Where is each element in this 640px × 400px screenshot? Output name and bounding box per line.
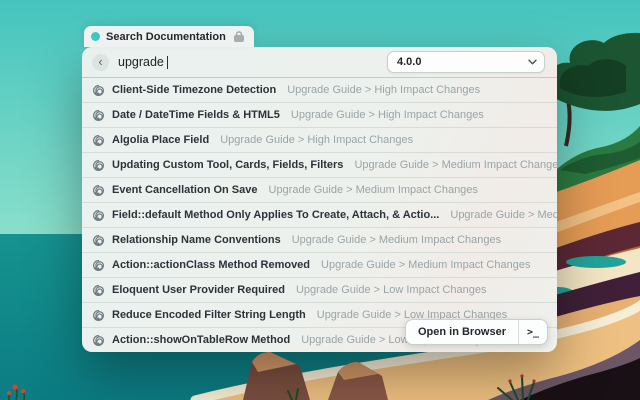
result-row[interactable]: Updating Custom Tool, Cards, Fields, Fil… — [82, 152, 557, 177]
result-title: Eloquent User Provider Required — [112, 284, 285, 296]
spiral-anchor-icon — [92, 309, 105, 322]
result-breadcrumb: Upgrade Guide > Medium Impact Changes — [354, 159, 557, 171]
result-breadcrumb: Upgrade Guide > Medium Impact Changes — [321, 259, 530, 271]
result-row[interactable]: Algolia Place Field Upgrade Guide > High… — [82, 127, 557, 152]
result-title: Field::default Method Only Applies To Cr… — [112, 209, 439, 221]
result-breadcrumb: Upgrade Guide > Low Impact Changes — [296, 284, 486, 296]
terminal-button[interactable]: >_ — [519, 320, 547, 344]
result-breadcrumb: Upgrade Guide > High Impact Changes — [287, 84, 480, 96]
spiral-anchor-icon — [92, 234, 105, 247]
spiral-anchor-icon — [92, 134, 105, 147]
result-title: Action::actionClass Method Removed — [112, 259, 310, 271]
back-chevron-icon: ‹ — [98, 55, 102, 68]
back-button[interactable]: ‹ — [92, 54, 109, 71]
result-row[interactable]: Eloquent User Provider Required Upgrade … — [82, 277, 557, 302]
version-select-value: 4.0.0 — [397, 56, 421, 68]
result-breadcrumb: Upgrade Guide > Medium Impact Changes — [292, 234, 501, 246]
search-bar: ‹ upgrade 4.0.0 — [82, 47, 557, 78]
result-row[interactable]: Action::actionClass Method Removed Upgra… — [82, 252, 557, 277]
terminal-prompt-icon: >_ — [527, 327, 539, 338]
spiral-anchor-icon — [92, 259, 105, 272]
app-tab-label: Search Documentation — [106, 31, 226, 43]
spiral-anchor-icon — [92, 284, 105, 297]
spiral-anchor-icon — [92, 84, 105, 97]
lock-icon — [232, 31, 246, 42]
text-caret — [167, 56, 168, 69]
app-tab-pill[interactable]: Search Documentation — [84, 26, 254, 47]
result-title: Date / DateTime Fields & HTML5 — [112, 109, 280, 121]
result-title: Event Cancellation On Save — [112, 184, 258, 196]
result-row[interactable]: Field::default Method Only Applies To Cr… — [82, 202, 557, 227]
search-input[interactable]: upgrade — [118, 55, 168, 69]
result-title: Relationship Name Conventions — [112, 234, 281, 246]
spiral-anchor-icon — [92, 184, 105, 197]
footer-button-group: Open in Browser >_ — [405, 319, 548, 345]
result-row[interactable]: Event Cancellation On Save Upgrade Guide… — [82, 177, 557, 202]
spiral-anchor-icon — [92, 209, 105, 222]
result-title: Reduce Encoded Filter String Length — [112, 309, 306, 321]
result-breadcrumb: Upgrade Guide > Medium Impact Changes — [450, 209, 557, 221]
result-title: Algolia Place Field — [112, 134, 209, 146]
chevron-down-icon — [528, 59, 537, 65]
search-query-text: upgrade — [118, 55, 164, 69]
version-select[interactable]: 4.0.0 — [387, 51, 545, 73]
result-breadcrumb: Upgrade Guide > Medium Impact Changes — [269, 184, 478, 196]
result-row[interactable]: Relationship Name Conventions Upgrade Gu… — [82, 227, 557, 252]
result-row[interactable]: Date / DateTime Fields & HTML5 Upgrade G… — [82, 102, 557, 127]
spiral-anchor-icon — [92, 159, 105, 172]
result-breadcrumb: Upgrade Guide > High Impact Changes — [291, 109, 484, 121]
result-title: Action::showOnTableRow Method — [112, 334, 290, 346]
open-in-browser-button[interactable]: Open in Browser — [406, 320, 518, 344]
spiral-anchor-icon — [92, 109, 105, 122]
search-documentation-window: ‹ upgrade 4.0.0 Client-Side Timezone Det… — [82, 47, 557, 352]
app-dot-icon — [91, 32, 100, 41]
open-in-browser-label: Open in Browser — [418, 326, 506, 338]
search-results-list: Client-Side Timezone Detection Upgrade G… — [82, 78, 557, 352]
result-title: Updating Custom Tool, Cards, Fields, Fil… — [112, 159, 343, 171]
result-breadcrumb: Upgrade Guide > High Impact Changes — [220, 134, 413, 146]
result-row[interactable]: Client-Side Timezone Detection Upgrade G… — [82, 78, 557, 102]
result-title: Client-Side Timezone Detection — [112, 84, 276, 96]
spiral-anchor-icon — [92, 334, 105, 347]
